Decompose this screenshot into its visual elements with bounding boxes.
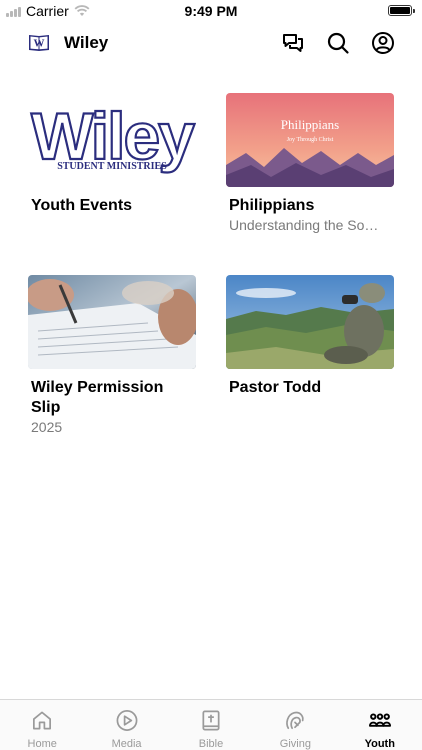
- tab-label: Media: [111, 738, 142, 750]
- tab-label: Youth: [364, 738, 395, 750]
- student-ministries-text: STUDENT MINISTRIES: [57, 161, 167, 172]
- card-title: Philippians: [229, 197, 315, 214]
- chat-icon[interactable]: [280, 30, 306, 56]
- card-title: Pastor Todd: [229, 379, 322, 396]
- group-icon: [368, 713, 391, 727]
- tab-label: Bible: [198, 738, 224, 750]
- card-permission-slip[interactable]: Wiley Permission Slip 2025: [28, 275, 196, 436]
- tab-home[interactable]: Home: [0, 700, 84, 750]
- status-bar: Carrier 9:49 PM: [0, 0, 422, 22]
- card-pastor-todd[interactable]: Pastor Todd: [226, 275, 394, 398]
- card-subtitle: 2025: [31, 419, 63, 435]
- card-subtitle: Understanding the So…: [229, 217, 379, 233]
- account-icon[interactable]: [370, 30, 396, 56]
- app-logo-icon[interactable]: W: [28, 32, 50, 52]
- status-time: 9:49 PM: [184, 3, 238, 19]
- svg-text:W: W: [34, 38, 45, 50]
- app-header: W Wiley: [0, 26, 422, 62]
- tab-label: Home: [27, 738, 57, 750]
- card-youth-events[interactable]: Wiley STUDENT MINISTRIES Youth Events: [28, 93, 196, 216]
- app-title: Wiley: [64, 33, 109, 52]
- tab-giving[interactable]: Giving: [253, 700, 337, 750]
- tab-youth[interactable]: Youth: [338, 700, 422, 750]
- card-title: Wiley Permission Slip: [31, 379, 164, 416]
- tab-bar: Home Media Bible Giving Youth: [0, 699, 422, 750]
- battery-icon: [388, 5, 415, 16]
- giving-icon: [286, 711, 305, 730]
- youth-events-thumbnail: Wiley STUDENT MINISTRIES: [28, 93, 196, 187]
- search-icon[interactable]: [325, 30, 351, 56]
- philippians-thumbnail: Philippians Joy Through Christ: [226, 93, 394, 187]
- tab-bible[interactable]: Bible: [169, 700, 253, 750]
- philippians-thumb-subtitle: Joy Through Christ: [287, 137, 334, 143]
- tab-media[interactable]: Media: [84, 700, 168, 750]
- card-title: Youth Events: [31, 197, 133, 214]
- home-icon: [33, 711, 52, 730]
- philippians-thumb-title: Philippians: [281, 117, 340, 132]
- play-icon: [116, 710, 138, 731]
- card-philippians[interactable]: Philippians Joy Through Christ Philippia…: [226, 93, 394, 234]
- permission-slip-thumbnail: [28, 275, 196, 369]
- pastor-todd-thumbnail: [226, 275, 394, 369]
- tab-label: Giving: [279, 738, 311, 750]
- bible-icon: [202, 710, 220, 731]
